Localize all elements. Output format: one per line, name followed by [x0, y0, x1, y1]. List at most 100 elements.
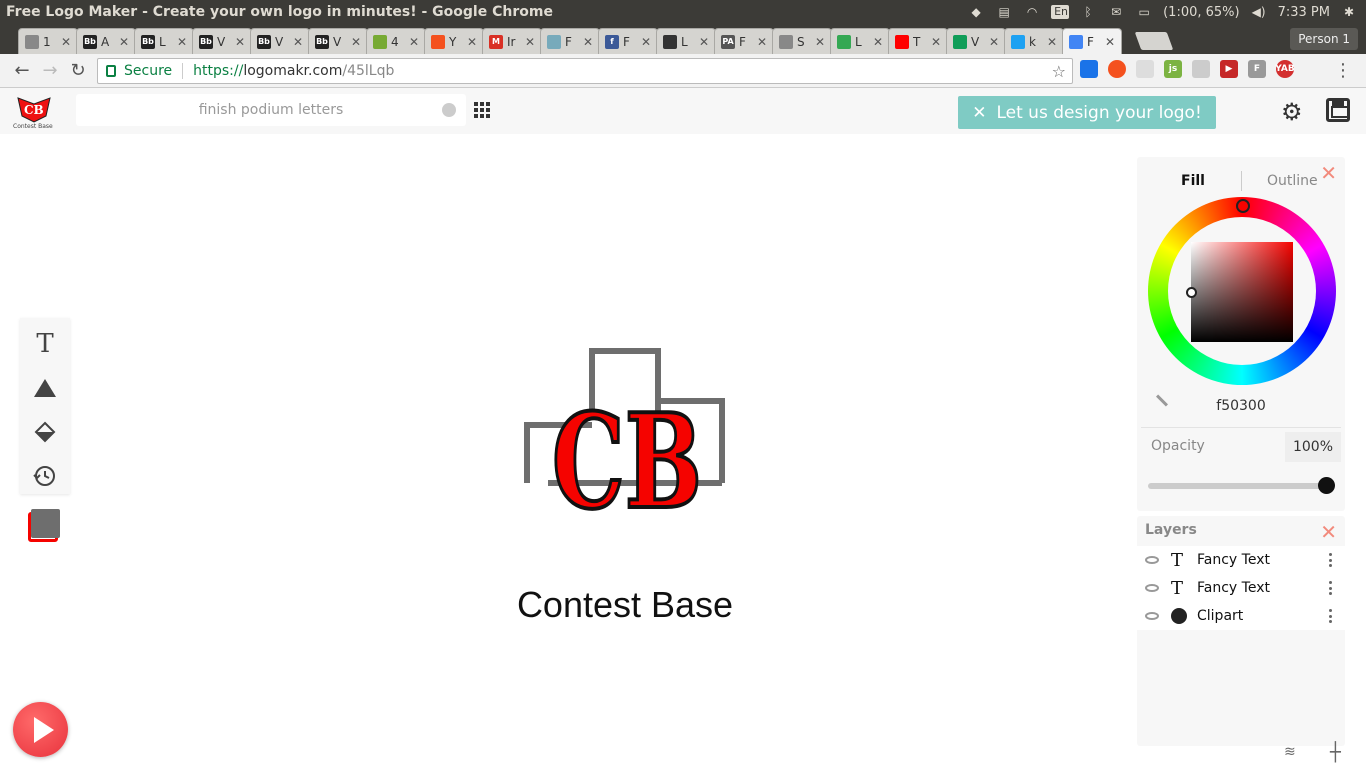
browser-tab[interactable]: f F ✕: [598, 28, 658, 54]
omnibox[interactable]: Secure https:// logomakr.com /45lLqb ☆: [97, 58, 1073, 84]
browser-tab[interactable]: 1 ✕: [18, 28, 78, 54]
text-tool-icon[interactable]: T: [27, 326, 63, 362]
layer-row[interactable]: T Fancy Text: [1137, 574, 1345, 602]
forward-button[interactable]: →: [36, 60, 64, 81]
search-icon[interactable]: [442, 103, 456, 117]
browser-tab[interactable]: L ✕: [656, 28, 716, 54]
mail-icon[interactable]: ✉: [1107, 5, 1125, 19]
extension-js-icon[interactable]: js: [1164, 60, 1182, 78]
extension-5-icon[interactable]: [1192, 60, 1210, 78]
opacity-slider-thumb[interactable]: [1318, 477, 1335, 494]
keyboard-language[interactable]: En: [1051, 5, 1070, 19]
printer-icon[interactable]: ▤: [995, 5, 1013, 19]
browser-tab[interactable]: F ✕: [1062, 28, 1122, 54]
tab-close-icon[interactable]: ✕: [351, 35, 361, 49]
layer-menu-icon[interactable]: [1329, 553, 1333, 567]
color-panel-close-icon[interactable]: ✕: [1320, 161, 1337, 185]
tab-close-icon[interactable]: ✕: [583, 35, 593, 49]
tab-close-icon[interactable]: ✕: [757, 35, 767, 49]
app-logo[interactable]: CB Contest Base: [12, 94, 56, 130]
browser-tab[interactable]: 4 ✕: [366, 28, 426, 54]
tab-close-icon[interactable]: ✕: [931, 35, 941, 49]
tab-close-icon[interactable]: ✕: [815, 35, 825, 49]
crop-icon[interactable]: ┼: [1330, 742, 1341, 763]
hex-input[interactable]: f50300: [1137, 398, 1345, 414]
tab-close-icon[interactable]: ✕: [409, 35, 419, 49]
browser-tab[interactable]: k ✕: [1004, 28, 1064, 54]
settings-icon[interactable]: ⚙: [1281, 98, 1303, 126]
saturation-value-picker[interactable]: [1191, 242, 1293, 342]
browser-tab[interactable]: M Ir ✕: [482, 28, 542, 54]
layer-menu-icon[interactable]: [1329, 581, 1333, 595]
logo-caption-text[interactable]: Contest Base: [440, 584, 810, 626]
visibility-eye-icon[interactable]: [1145, 612, 1159, 620]
history-icon[interactable]: [27, 458, 63, 494]
profile-button[interactable]: Person 1: [1290, 28, 1358, 50]
tab-fill[interactable]: Fill: [1181, 173, 1205, 189]
play-tutorial-button[interactable]: [13, 702, 68, 757]
tab-close-icon[interactable]: ✕: [235, 35, 245, 49]
browser-tab[interactable]: Bb V ✕: [250, 28, 310, 54]
bluetooth-icon[interactable]: ᛒ: [1079, 5, 1097, 19]
fill-tool-icon[interactable]: [27, 414, 63, 450]
extension-yab-icon[interactable]: YAB: [1275, 60, 1295, 78]
layer-menu-icon[interactable]: [1329, 609, 1333, 623]
extension-2-icon[interactable]: [1108, 60, 1126, 78]
design-logo-button[interactable]: ✕ Let us design your logo!: [958, 96, 1216, 129]
save-icon[interactable]: [1326, 98, 1350, 122]
browser-tab[interactable]: S ✕: [772, 28, 832, 54]
browser-tab[interactable]: PA F ✕: [714, 28, 774, 54]
browser-tab[interactable]: Bb L ✕: [134, 28, 194, 54]
secure-indicator[interactable]: Secure: [98, 63, 172, 79]
tab-outline[interactable]: Outline: [1267, 173, 1318, 189]
tab-close-icon[interactable]: ✕: [525, 35, 535, 49]
apps-grid-icon[interactable]: [474, 102, 490, 118]
reload-button[interactable]: ↻: [64, 60, 92, 81]
layers-close-icon[interactable]: ✕: [1320, 520, 1337, 544]
extension-3-icon[interactable]: [1136, 60, 1154, 78]
tab-close-icon[interactable]: ✕: [1047, 35, 1057, 49]
tab-close-icon[interactable]: ✕: [989, 35, 999, 49]
browser-tab[interactable]: Bb V ✕: [192, 28, 252, 54]
layer-row[interactable]: Clipart: [1137, 602, 1345, 630]
bookmark-star-icon[interactable]: ☆: [1052, 62, 1066, 81]
tab-close-icon[interactable]: ✕: [699, 35, 709, 49]
volume-icon[interactable]: ◀): [1250, 5, 1268, 19]
new-tab-button[interactable]: [1134, 32, 1174, 50]
tab-close-icon[interactable]: ✕: [641, 35, 651, 49]
search-input[interactable]: finish podium letters: [76, 94, 466, 126]
saturation-handle[interactable]: [1186, 287, 1197, 298]
tab-close-icon[interactable]: ✕: [61, 35, 71, 49]
extension-f-icon[interactable]: F: [1248, 60, 1266, 78]
extension-6-icon[interactable]: ▶: [1220, 60, 1238, 78]
browser-tab[interactable]: Y ✕: [424, 28, 484, 54]
back-button[interactable]: ←: [8, 60, 36, 81]
tab-close-icon[interactable]: ✕: [467, 35, 477, 49]
tab-close-icon[interactable]: ✕: [119, 35, 129, 49]
shape-tool-icon[interactable]: [27, 370, 63, 406]
hue-handle[interactable]: [1236, 199, 1250, 213]
layer-row[interactable]: T Fancy Text: [1137, 546, 1345, 574]
fill-swatch[interactable]: [31, 509, 60, 538]
opacity-slider-track[interactable]: [1148, 483, 1326, 489]
browser-tab[interactable]: F ✕: [540, 28, 600, 54]
browser-tab[interactable]: Bb V ✕: [308, 28, 368, 54]
layers-stack-icon[interactable]: ≋: [1284, 744, 1296, 760]
battery-icon[interactable]: ▭: [1135, 5, 1153, 19]
browser-tab[interactable]: L ✕: [830, 28, 890, 54]
browser-tab[interactable]: V ✕: [946, 28, 1006, 54]
color-swatch[interactable]: [28, 508, 60, 542]
visibility-eye-icon[interactable]: [1145, 556, 1159, 564]
canvas-logo[interactable]: CB: [520, 345, 732, 520]
logo-letters[interactable]: CB: [550, 383, 704, 520]
settings-gear-icon[interactable]: ✱: [1340, 5, 1358, 19]
browser-tab[interactable]: T ✕: [888, 28, 948, 54]
chrome-menu-icon[interactable]: ⋮: [1334, 60, 1352, 81]
browser-tab[interactable]: Bb A ✕: [76, 28, 136, 54]
tab-close-icon[interactable]: ✕: [873, 35, 883, 49]
tab-close-icon[interactable]: ✕: [293, 35, 303, 49]
extension-1-icon[interactable]: [1080, 60, 1098, 78]
clock[interactable]: 7:33 PM: [1278, 5, 1330, 20]
wifi-icon[interactable]: ◠: [1023, 5, 1041, 19]
opacity-input[interactable]: 100%: [1285, 432, 1341, 462]
